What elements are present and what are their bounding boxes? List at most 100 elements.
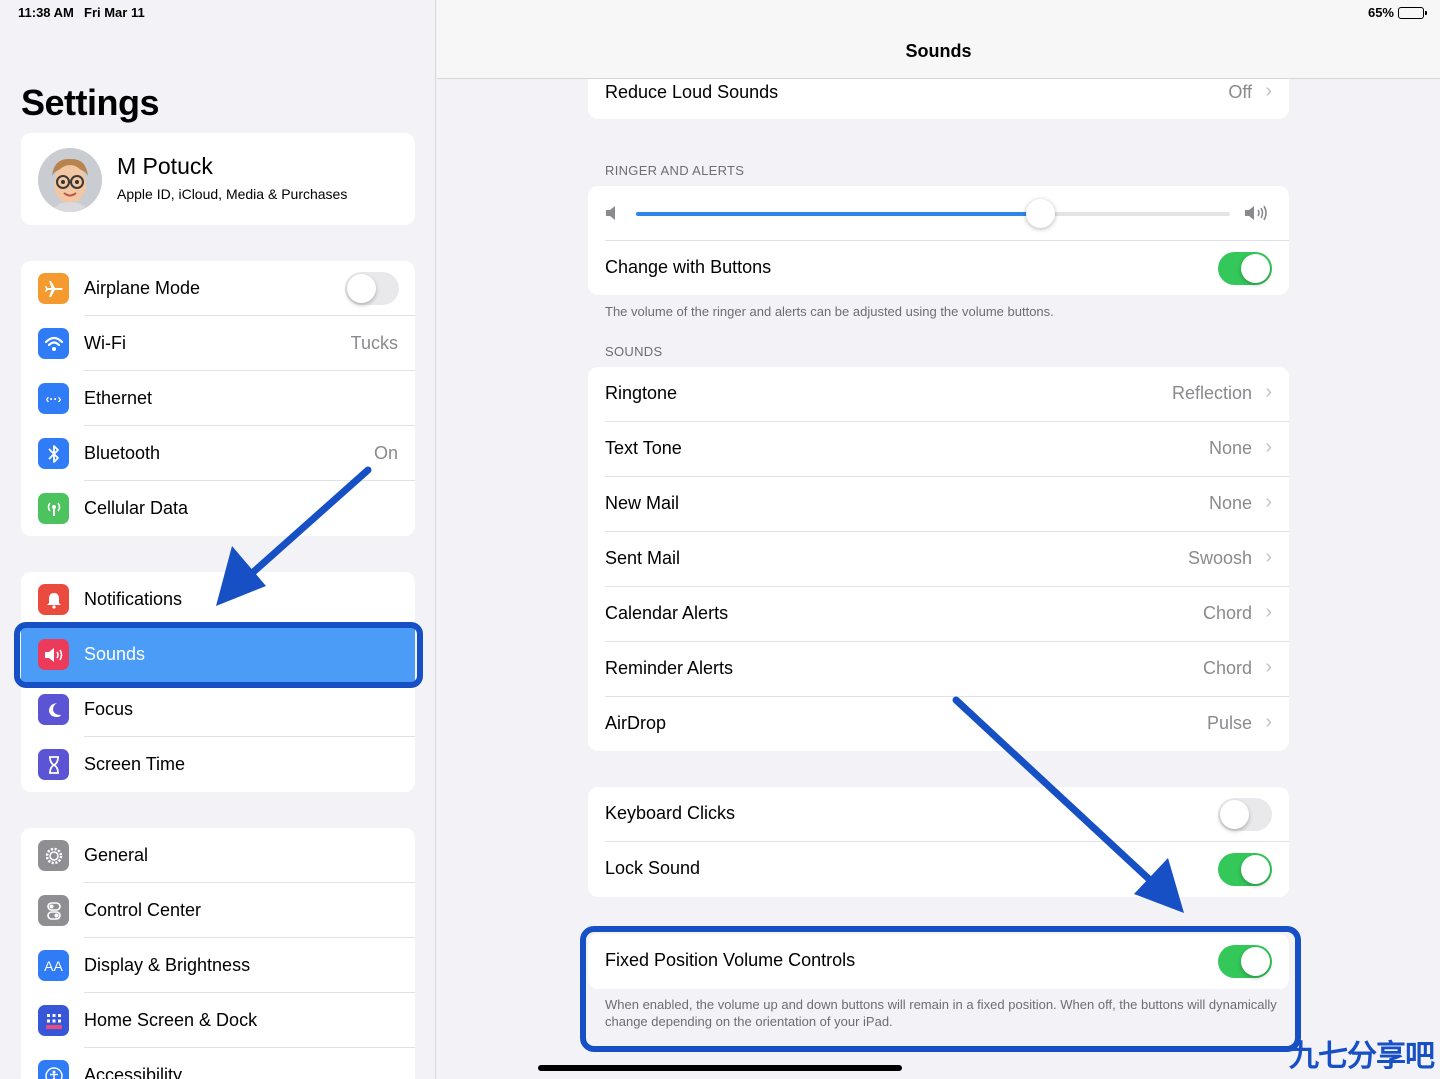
- sidebar-item-home-screen-dock[interactable]: Home Screen & Dock: [21, 993, 415, 1048]
- home-indicator: [538, 1065, 902, 1071]
- chevron-right-icon: ›: [1265, 546, 1272, 568]
- sound-row-new-mail[interactable]: New Mail None ›: [588, 477, 1289, 532]
- sounds-card: Ringtone Reflection › Text Tone None › New Mai…: [588, 367, 1289, 751]
- status-date: Fri Mar 11: [84, 5, 145, 20]
- sidebar-item-label: Focus: [84, 699, 134, 719]
- keyboard-clicks-toggle[interactable]: [1218, 798, 1272, 831]
- lock-sound-row: Lock Sound: [588, 842, 1289, 897]
- sidebar-item-screen-time[interactable]: Screen Time: [21, 737, 415, 792]
- gear-icon: [38, 840, 69, 871]
- row-value: Off: [1228, 82, 1252, 102]
- row-value: None: [1208, 438, 1252, 458]
- sounds-section-header: SOUNDS: [605, 344, 663, 359]
- profile-name: M Potuck: [117, 153, 213, 179]
- row-label: Calendar Alerts: [605, 603, 729, 623]
- chevron-right-icon: ›: [1265, 381, 1272, 403]
- airplane-icon: [38, 273, 69, 304]
- ringer-volume-row: [588, 186, 1289, 241]
- status-time: 11:38 AM: [18, 5, 74, 20]
- battery-icon: [1398, 6, 1427, 19]
- status-bar: 11:38 AM Fri Mar 11 65%: [0, 0, 1440, 26]
- settings-sidebar: Settings M Potuck Apple ID, iCloud, Medi…: [0, 0, 436, 1079]
- change-with-buttons-toggle[interactable]: [1218, 252, 1272, 285]
- keyboard-clicks-row: Keyboard Clicks: [588, 787, 1289, 842]
- sidebar-item-control-center[interactable]: Control Center: [21, 883, 415, 938]
- slider-thumb[interactable]: [1025, 199, 1055, 228]
- sidebar-item-label: Ethernet: [84, 388, 153, 408]
- ringer-footer: The volume of the ringer and alerts can …: [605, 304, 1054, 319]
- sidebar-item-label: Notifications: [84, 589, 183, 609]
- battery-percent: 65%: [1367, 5, 1394, 20]
- row-value: Swoosh: [1187, 548, 1252, 568]
- sound-row-sent-mail[interactable]: Sent Mail Swoosh ›: [588, 532, 1289, 587]
- cellular-icon: [38, 493, 69, 524]
- row-label: Lock Sound: [605, 858, 701, 878]
- sidebar-item-notifications[interactable]: Notifications: [21, 572, 415, 627]
- chevron-right-icon: ›: [1265, 491, 1272, 513]
- airplane-mode-toggle[interactable]: [345, 272, 399, 305]
- chevron-right-icon: ›: [1265, 80, 1272, 102]
- row-label: Sent Mail: [605, 548, 681, 568]
- sidebar-item-cellular-data[interactable]: Cellular Data: [21, 481, 415, 536]
- chevron-right-icon: ›: [1265, 601, 1272, 623]
- speaker-low-icon: [605, 204, 621, 227]
- sidebar-item-label: Airplane Mode: [84, 278, 201, 298]
- hourglass-icon: [38, 749, 69, 780]
- ethernet-icon: ‹··›: [38, 383, 69, 414]
- grid-icon: [38, 1005, 69, 1036]
- sounds-annotation-outline: [14, 622, 423, 688]
- sidebar-item-general[interactable]: General: [21, 828, 415, 883]
- bluetooth-icon: [38, 438, 69, 469]
- sidebar-item-label: General: [84, 845, 149, 865]
- ringer-volume-slider[interactable]: [636, 199, 1230, 228]
- avatar: [38, 148, 102, 212]
- sidebar-item-wifi[interactable]: Wi-Fi Tucks: [21, 316, 415, 371]
- chevron-right-icon: ›: [1265, 711, 1272, 733]
- sidebar-item-label: Bluetooth: [84, 443, 161, 463]
- sidebar-title: Settings: [21, 82, 160, 123]
- sidebar-item-ethernet[interactable]: ‹··› Ethernet: [21, 371, 415, 426]
- sidebar-item-label: Accessibility: [84, 1065, 183, 1079]
- wifi-icon: [38, 328, 69, 359]
- lock-sound-toggle[interactable]: [1218, 853, 1272, 886]
- battery-indicator: 65%: [1367, 5, 1427, 20]
- speaker-high-icon: [1244, 203, 1272, 228]
- sidebar-item-label: Cellular Data: [84, 498, 189, 518]
- ringer-card: Change with Buttons: [588, 186, 1289, 295]
- apple-id-profile[interactable]: M Potuck Apple ID, iCloud, Media & Purch…: [21, 133, 415, 225]
- sidebar-item-bluetooth[interactable]: Bluetooth On: [21, 426, 415, 481]
- sound-row-reminder-alerts[interactable]: Reminder Alerts Chord ›: [588, 642, 1289, 697]
- ringer-section-header: RINGER AND ALERTS: [605, 163, 745, 178]
- sidebar-item-display-brightness[interactable]: AA Display & Brightness: [21, 938, 415, 993]
- sidebar-item-label: Wi-Fi: [84, 333, 126, 353]
- bell-icon: [38, 584, 69, 615]
- chevron-right-icon: ›: [1265, 436, 1272, 458]
- sidebar-item-airplane-mode[interactable]: Airplane Mode: [21, 261, 415, 316]
- row-label: Text Tone: [605, 438, 682, 458]
- sidebar-item-focus[interactable]: Focus: [21, 682, 415, 737]
- sound-row-text-tone[interactable]: Text Tone None ›: [588, 422, 1289, 477]
- switches-icon: [38, 895, 69, 926]
- fixed-volume-annotation-outline: [580, 926, 1301, 1052]
- text-size-icon: AA: [38, 950, 69, 981]
- row-label: Change with Buttons: [605, 257, 772, 277]
- sound-row-airdrop[interactable]: AirDrop Pulse ›: [588, 697, 1289, 752]
- change-with-buttons-row: Change with Buttons: [588, 241, 1289, 296]
- row-label: Ringtone: [605, 383, 678, 403]
- moon-icon: [38, 694, 69, 725]
- connectivity-group: Airplane Mode Wi-Fi Tucks ‹··› Ethernet …: [21, 261, 415, 536]
- sounds-detail-pane: Sounds Reduce Loud Sounds Off › RINGER A…: [437, 0, 1440, 1079]
- row-label: AirDrop: [605, 713, 667, 733]
- watermark: 九七分享吧: [1289, 1040, 1435, 1073]
- sound-row-ringtone[interactable]: Ringtone Reflection ›: [588, 367, 1289, 422]
- row-label: Reminder Alerts: [605, 658, 734, 678]
- sound-row-calendar-alerts[interactable]: Calendar Alerts Chord ›: [588, 587, 1289, 642]
- row-label: New Mail: [605, 493, 680, 513]
- row-value: Reflection: [1171, 383, 1252, 403]
- row-value: Pulse: [1206, 713, 1252, 733]
- sidebar-item-label: Screen Time: [84, 754, 186, 774]
- sidebar-item-accessibility[interactable]: Accessibility: [21, 1048, 415, 1079]
- sidebar-item-label: Home Screen & Dock: [84, 1010, 258, 1030]
- profile-subtitle: Apple ID, iCloud, Media & Purchases: [117, 186, 348, 202]
- wifi-network-value: Tucks: [350, 333, 398, 353]
